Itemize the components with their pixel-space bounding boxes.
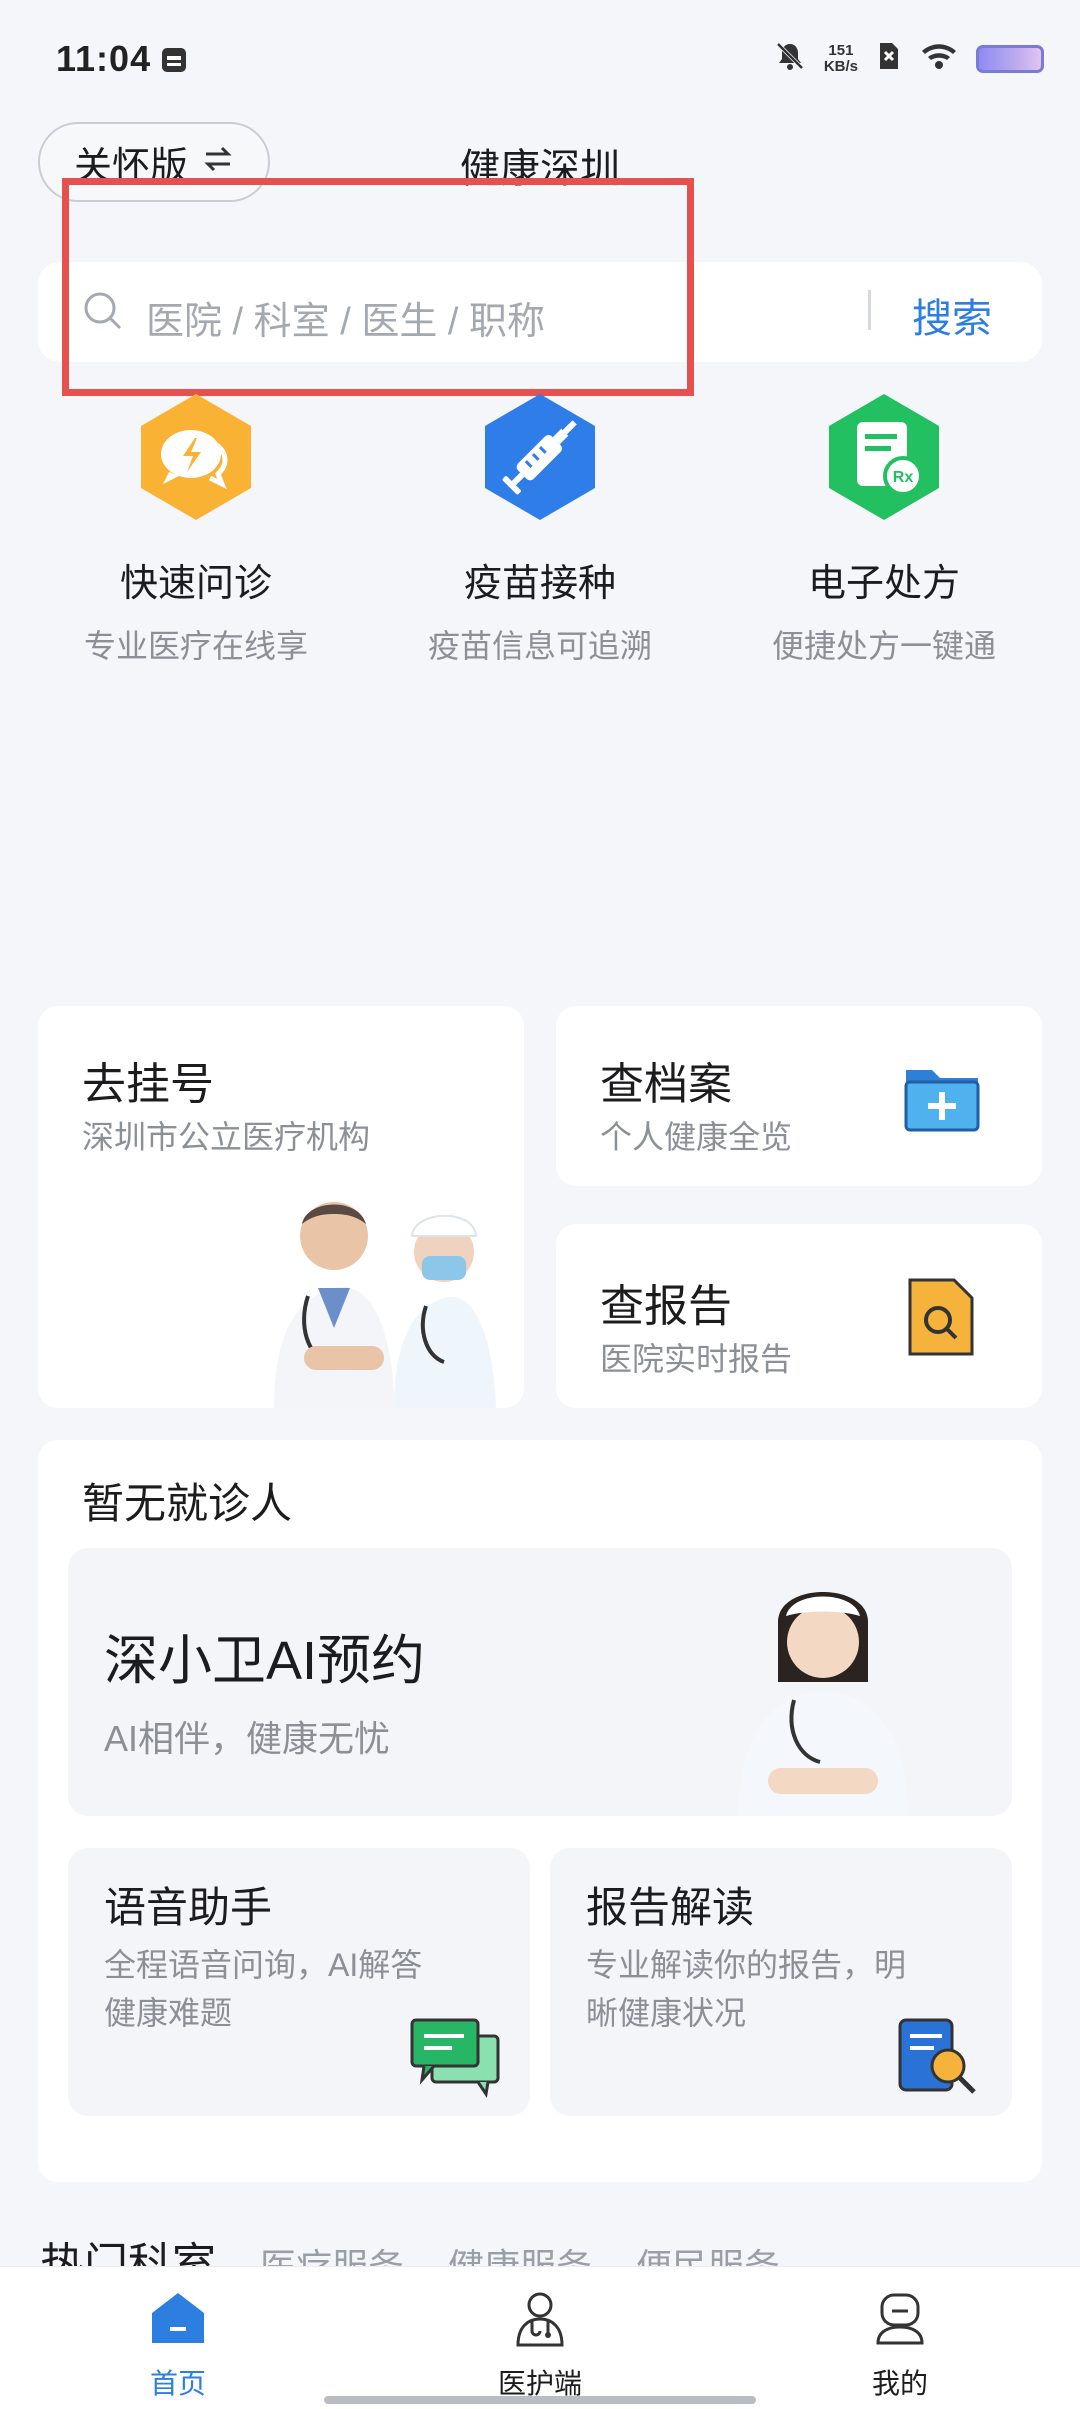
reports-title: 查报告 [600,1282,732,1331]
no-patient-title[interactable]: 暂无就诊人 [82,1470,292,1531]
status-time: 11:04 [56,38,152,79]
register-card[interactable]: 去挂号 深圳市公立医疗机构 [38,1006,524,1408]
quick-action-subtitle: 专业医疗在线享 [83,628,308,664]
report-reading-card[interactable]: 报告解读 专业解读你的报告，明 晰健康状况 [550,1848,1012,2116]
calendar-icon [160,44,188,79]
nav-mine[interactable]: 我的 [800,2289,1000,2402]
ai-booking-title: 深小卫AI预约 [104,1631,426,1691]
quick-action-subtitle: 疫苗信息可追溯 [427,628,652,664]
net-speed-unit: KB/s [823,57,858,75]
quick-action-prescription[interactable]: Rx 电子处方 便捷处方一键通 [714,392,1054,667]
chat-bubbles-icon [408,2016,504,2103]
doctor-icon [510,2292,570,2351]
svg-text:Rx: Rx [893,469,914,486]
quick-action-title: 疫苗接种 [463,563,616,605]
register-subtitle: 深圳市公立医疗机构 [82,1119,371,1155]
patient-section: 暂无就诊人 深小卫AI预约 AI相伴，健康无忧 语音助手 全程语音问询，AI解答… [38,1440,1042,2182]
bottom-nav: 首页 医护端 我的 [0,2266,1080,2409]
wifi-icon [920,41,958,76]
records-card[interactable]: 查档案 个人健康全览 [556,1006,1042,1186]
highlight-box [62,178,694,396]
battery-icon [976,44,1044,73]
sim-off-icon [876,41,902,76]
reports-card[interactable]: 查报告 医院实时报告 [556,1224,1042,1408]
search-button[interactable]: 搜索 [912,286,992,344]
ai-booking-subtitle: AI相伴，健康无忧 [104,1718,391,1759]
quick-action-consult[interactable]: 快速问诊 专业医疗在线享 [26,392,366,667]
quick-action-title: 快速问诊 [119,563,272,605]
search-divider [868,290,871,330]
net-speed-value: 151 [828,41,854,59]
voice-assistant-title: 语音助手 [104,1884,273,1931]
nav-medical-staff[interactable]: 医护端 [440,2289,640,2402]
nav-mine-label: 我的 [871,2368,928,2399]
records-title: 查档案 [600,1060,732,1109]
voice-assistant-card[interactable]: 语音助手 全程语音问询，AI解答 健康难题 [68,1848,530,2116]
net-speed: 151 KB/s [823,41,858,75]
nav-home[interactable]: 首页 [78,2289,278,2402]
scroll-magnifier-icon [890,2014,980,2105]
quick-action-subtitle: 便捷处方一键通 [771,628,996,664]
report-reading-subtitle-line2: 晰健康状况 [586,1995,747,2031]
nurse-illustration [728,1572,918,1816]
nav-home-label: 首页 [149,2368,206,2399]
lightning-chat-icon [131,392,261,522]
ai-booking-card[interactable]: 深小卫AI预约 AI相伴，健康无忧 [68,1548,1012,1816]
report-search-icon [906,1276,976,1363]
mute-bell-icon [774,40,806,77]
status-icons: 151 KB/s [774,40,1044,77]
quick-action-title: 电子处方 [807,563,960,605]
reports-subtitle: 医院实时报告 [600,1341,793,1377]
prescription-icon: Rx [819,392,949,522]
report-reading-subtitle-line1: 专业解读你的报告，明 [586,1947,907,1983]
report-reading-title: 报告解读 [586,1884,755,1931]
folder-plus-icon [902,1060,982,1141]
syringe-icon [475,392,605,522]
quick-action-vaccine[interactable]: 疫苗接种 疫苗信息可追溯 [370,392,710,667]
home-icon [148,2293,208,2351]
doctor-nurse-illustration [244,1166,524,1413]
profile-robot-icon [870,2293,930,2351]
register-title: 去挂号 [82,1060,214,1109]
voice-assistant-subtitle-line1: 全程语音问询，AI解答 [104,1947,423,1983]
home-indicator [324,2396,756,2404]
records-subtitle: 个人健康全览 [600,1119,793,1155]
voice-assistant-subtitle-line2: 健康难题 [104,1995,233,2031]
